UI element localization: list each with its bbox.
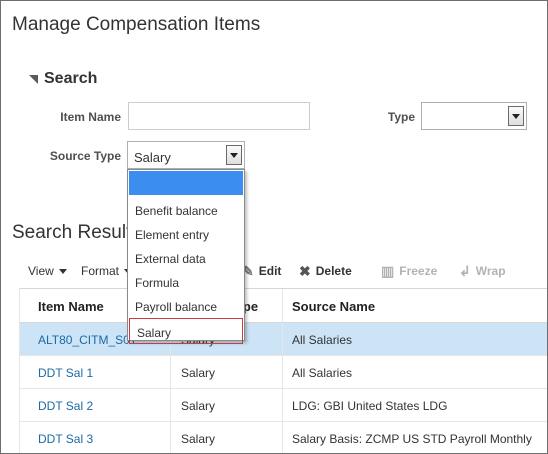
table-row[interactable]: ALT80_CITM_S01 Salary All Salaries — [19, 323, 547, 356]
delete-button[interactable]: ✖ Delete — [299, 264, 352, 278]
view-caret-icon — [58, 268, 67, 274]
edit-button-label: Edit — [258, 264, 282, 278]
item-name-link[interactable]: ALT80_CITM_S01 — [38, 333, 137, 347]
table-header-row: Item Name Source Type Source Name — [19, 289, 547, 323]
search-section-toggle[interactable]: Search — [29, 70, 97, 88]
source-type-select[interactable]: Salary — [127, 141, 245, 169]
table-row[interactable]: DDT Sal 3 Salary Salary Basis: ZCMP US S… — [19, 422, 547, 453]
table-row[interactable]: DDT Sal 1 Salary All Salaries — [19, 356, 547, 389]
item-name-input[interactable] — [128, 102, 310, 130]
delete-button-label: Delete — [315, 264, 352, 278]
delete-x-icon: ✖ — [299, 263, 311, 279]
dropdown-option-benefit-balance[interactable]: Benefit balance — [128, 198, 244, 222]
collapse-triangle-icon — [29, 75, 38, 84]
dropdown-option-formula[interactable]: Formula — [128, 270, 244, 294]
dropdown-option-salary[interactable]: Salary — [129, 318, 243, 344]
source-type-cell: Salary — [181, 399, 216, 413]
format-menu-label: Format — [81, 264, 120, 278]
table-left-border — [19, 289, 20, 453]
source-type-cell: Salary — [181, 432, 216, 446]
freeze-button-label: Freeze — [399, 264, 438, 278]
wrap-button-label: Wrap — [475, 264, 506, 278]
view-menu[interactable]: View — [28, 264, 67, 278]
type-label: Type — [387, 110, 415, 124]
item-name-link[interactable]: DDT Sal 2 — [38, 399, 93, 413]
source-type-select-value: Salary — [134, 150, 171, 165]
source-type-dropdown-list: Benefit balance Element entry External d… — [127, 169, 245, 344]
source-type-cell: Salary — [181, 366, 216, 380]
column-header-source-name[interactable]: Source Name — [292, 299, 375, 314]
source-name-cell: Salary Basis: ZCMP US STD Payroll Monthl… — [292, 432, 532, 446]
freeze-icon: ▥ — [381, 263, 395, 279]
dropdown-option-blank[interactable] — [129, 171, 243, 195]
edit-button[interactable]: ✎ Edit — [242, 264, 281, 278]
source-type-dropdown-arrow-icon[interactable] — [226, 145, 242, 165]
search-section-title: Search — [44, 70, 98, 87]
dropdown-option-payroll-balance[interactable]: Payroll balance — [128, 294, 244, 318]
wrap-button[interactable]: ↲ Wrap — [459, 264, 506, 278]
column-divider — [282, 289, 283, 453]
source-name-cell: LDG: GBI United States LDG — [292, 399, 448, 413]
dropdown-option-external-data[interactable]: External data — [128, 246, 244, 270]
dropdown-option-element-entry[interactable]: Element entry — [128, 222, 244, 246]
results-toolbar: View Format ✎ Edit ✖ Delete ▥ Freeze ↲ W… — [28, 264, 538, 280]
type-select[interactable] — [421, 102, 527, 130]
view-menu-label: View — [28, 264, 54, 278]
table-row[interactable]: DDT Sal 2 Salary LDG: GBI United States … — [19, 389, 547, 422]
freeze-button[interactable]: ▥ Freeze — [381, 264, 437, 278]
source-type-label: Source Type — [49, 149, 121, 163]
item-name-link[interactable]: DDT Sal 1 — [38, 366, 93, 380]
item-name-link[interactable]: DDT Sal 3 — [38, 432, 93, 446]
wrap-icon: ↲ — [459, 263, 471, 279]
app-window: Manage Compensation Items Search Item Na… — [0, 0, 548, 454]
source-name-cell: All Salaries — [292, 366, 353, 380]
source-name-cell: All Salaries — [292, 333, 353, 347]
column-header-item-name[interactable]: Item Name — [38, 299, 104, 314]
type-dropdown-arrow-icon[interactable] — [508, 106, 524, 126]
item-name-label: Item Name — [60, 110, 121, 124]
search-results-title: Search Results — [12, 222, 141, 243]
format-menu[interactable]: Format — [81, 264, 133, 278]
page-title: Manage Compensation Items — [12, 14, 261, 35]
